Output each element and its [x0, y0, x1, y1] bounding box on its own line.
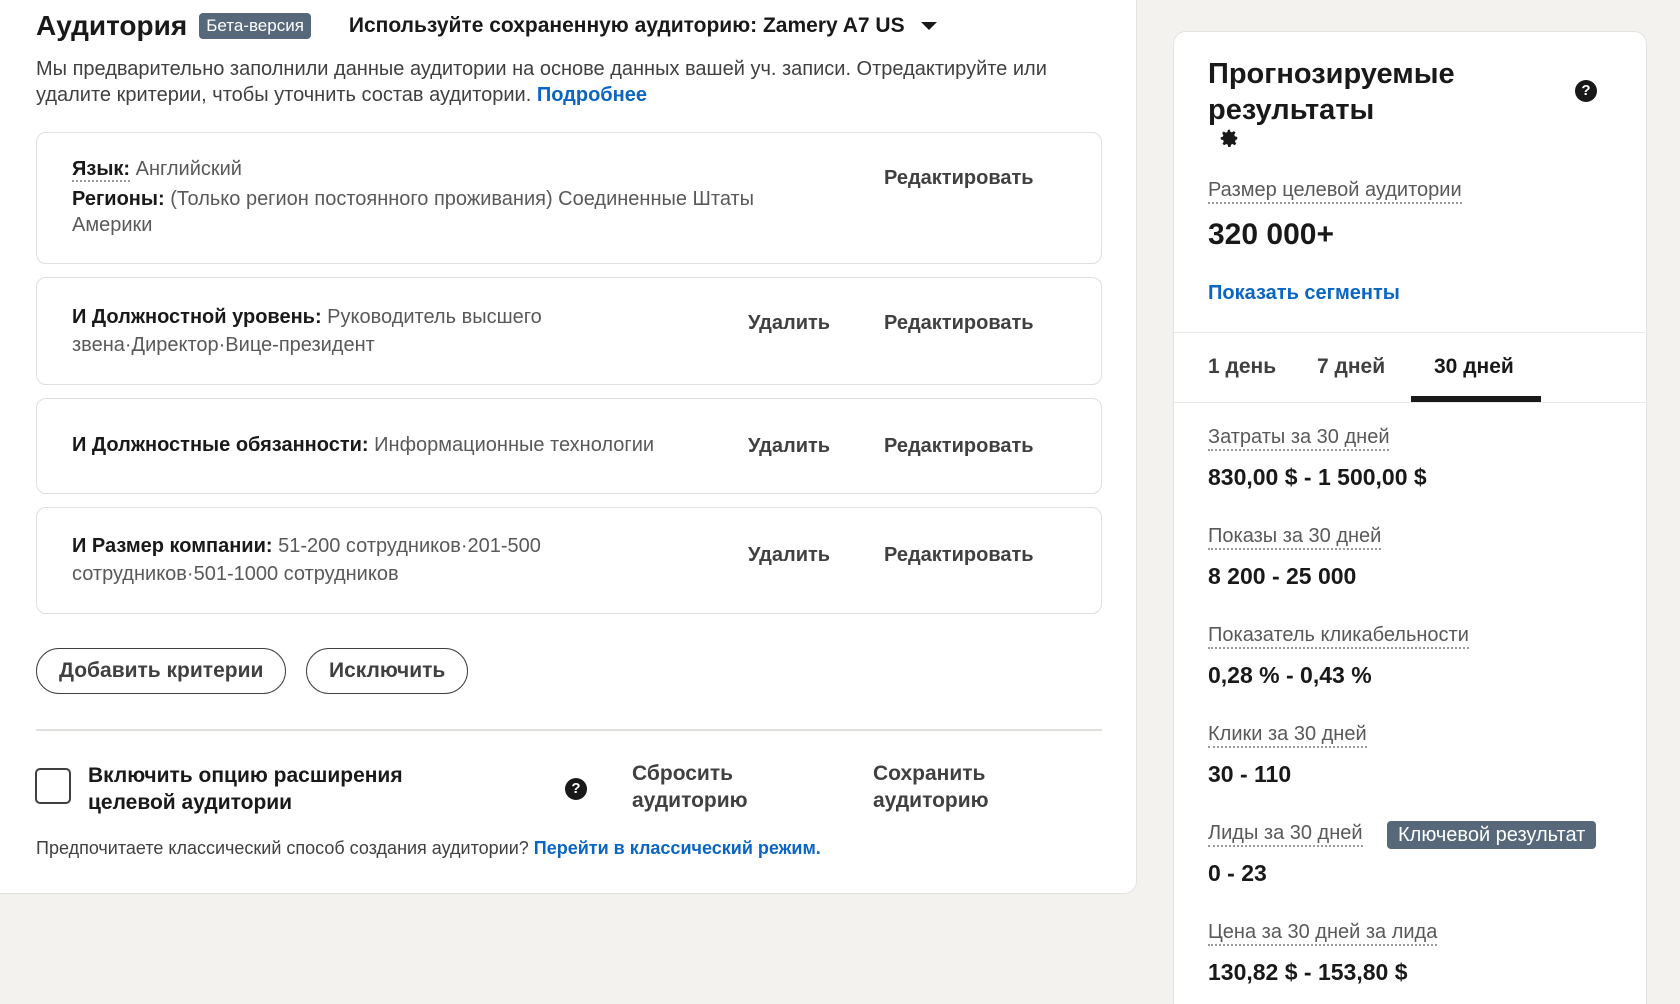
criteria-job-function-value: Информационные технологии	[368, 434, 655, 456]
audience-expansion-label: Включить опцию расширения целевой аудито…	[88, 764, 403, 814]
delete-button[interactable]: Удалить	[748, 544, 830, 567]
edit-button[interactable]: Редактировать	[884, 312, 1034, 335]
audience-panel: Аудитория Бета-версия Используйте сохран…	[0, 0, 1136, 893]
divider	[36, 729, 1102, 731]
learn-more-link[interactable]: Подробнее	[537, 84, 647, 106]
show-segments-link[interactable]: Показать сегменты	[1208, 282, 1400, 305]
criteria-job-function-text: И Должностные обязанности: Информационны…	[72, 431, 772, 459]
beta-badge: Бета-версия	[199, 13, 311, 39]
metric-value-leads: 0 - 23	[1208, 860, 1267, 886]
criteria-seniority-label: И Должностной уровень:	[72, 306, 322, 328]
classic-mode-note: Предпочитаете классический способ создан…	[36, 838, 821, 859]
edit-button[interactable]: Редактировать	[884, 544, 1034, 567]
audience-header: Аудитория Бета-версия Используйте сохран…	[36, 10, 937, 42]
metric-label-cost-per-lead: Цена за 30 дней за лида	[1208, 920, 1438, 946]
edit-button[interactable]: Редактировать	[884, 435, 1034, 458]
metric-label-impressions: Показы за 30 дней	[1208, 524, 1382, 550]
metric-label-ctr: Показатель кликабельности	[1208, 623, 1469, 649]
metric-value-impressions: 8 200 - 25 000	[1208, 563, 1357, 589]
classic-mode-text: Предпочитаете классический способ создан…	[36, 838, 529, 858]
caret-down-icon	[920, 22, 937, 30]
question-circle-icon[interactable]: ?	[565, 778, 587, 800]
metric-label-leads: Лиды за 30 дней	[1208, 821, 1363, 847]
forecast-panel: Прогнозируемые результаты ? Размер целев…	[1174, 32, 1646, 1004]
criteria-region-value: (Только регион постоянного проживания) С…	[72, 188, 755, 236]
delete-button[interactable]: Удалить	[748, 312, 830, 335]
metric-value-cost-per-lead: 130,82 $ - 153,80 $	[1208, 959, 1408, 985]
criteria-card-company-size: И Размер компании: 51-200 сотрудников·20…	[36, 507, 1102, 614]
reset-audience-button[interactable]: Сбросить аудиторию	[632, 760, 762, 814]
audience-size-value: 320 000+	[1208, 218, 1334, 251]
edit-button[interactable]: Редактировать	[884, 167, 1034, 190]
active-tab-indicator	[1411, 396, 1541, 402]
metric-label-spend: Затраты за 30 дней	[1208, 425, 1390, 451]
criteria-language-region-text: Язык: Английский Регионы: (Только регион…	[72, 155, 832, 238]
tab-30-days[interactable]: 30 дней	[1434, 355, 1514, 379]
audience-expansion-checkbox[interactable]	[35, 768, 71, 804]
gear-icon[interactable]	[1218, 127, 1240, 149]
tab-1-day[interactable]: 1 день	[1208, 355, 1276, 379]
metric-value-ctr: 0,28 % - 0,43 %	[1208, 662, 1372, 688]
criteria-card-language-region: Язык: Английский Регионы: (Только регион…	[36, 132, 1102, 264]
criteria-region-label: Регионы:	[72, 188, 165, 210]
criteria-seniority-text: И Должностной уровень: Руководитель высш…	[72, 303, 602, 359]
criteria-card-seniority: И Должностной уровень: Руководитель высш…	[36, 277, 1102, 385]
criteria-company-size-text: И Размер компании: 51-200 сотрудников·20…	[72, 532, 552, 588]
metric-value-spend: 830,00 $ - 1 500,00 $	[1208, 464, 1427, 490]
save-audience-button[interactable]: Сохранить аудиторию	[873, 760, 1013, 814]
classic-mode-link[interactable]: Перейти в классический режим.	[534, 838, 821, 858]
add-criteria-button[interactable]: Добавить критерии	[36, 648, 287, 694]
exclude-button[interactable]: Исключить	[306, 648, 469, 694]
key-result-badge: Ключевой результат	[1387, 821, 1597, 849]
delete-button[interactable]: Удалить	[748, 435, 830, 458]
metric-value-clicks: 30 - 110	[1208, 761, 1292, 787]
saved-audience-dropdown[interactable]: Используйте сохраненную аудиторию: Zamer…	[349, 14, 937, 38]
criteria-job-function-label: И Должностные обязанности:	[72, 434, 369, 456]
tab-7-days[interactable]: 7 дней	[1317, 355, 1385, 379]
forecast-title: Прогнозируемые результаты	[1208, 58, 1455, 126]
question-circle-icon[interactable]: ?	[1575, 80, 1597, 102]
page-title: Аудитория	[36, 10, 188, 41]
criteria-company-size-label: И Размер компании:	[72, 535, 273, 557]
forecast-tabs: 1 день 7 дней 30 дней	[1174, 332, 1646, 403]
criteria-card-job-function: И Должностные обязанности: Информационны…	[36, 398, 1102, 494]
saved-audience-label: Используйте сохраненную аудиторию: Zamer…	[348, 14, 905, 37]
metric-label-clicks: Клики за 30 дней	[1208, 722, 1367, 748]
criteria-language-label: Язык:	[72, 158, 131, 182]
intro-text: Мы предварительно заполнили данные аудит…	[36, 56, 1086, 108]
audience-size-label: Размер целевой аудитории	[1208, 178, 1462, 204]
criteria-language-value: Английский	[130, 158, 242, 180]
